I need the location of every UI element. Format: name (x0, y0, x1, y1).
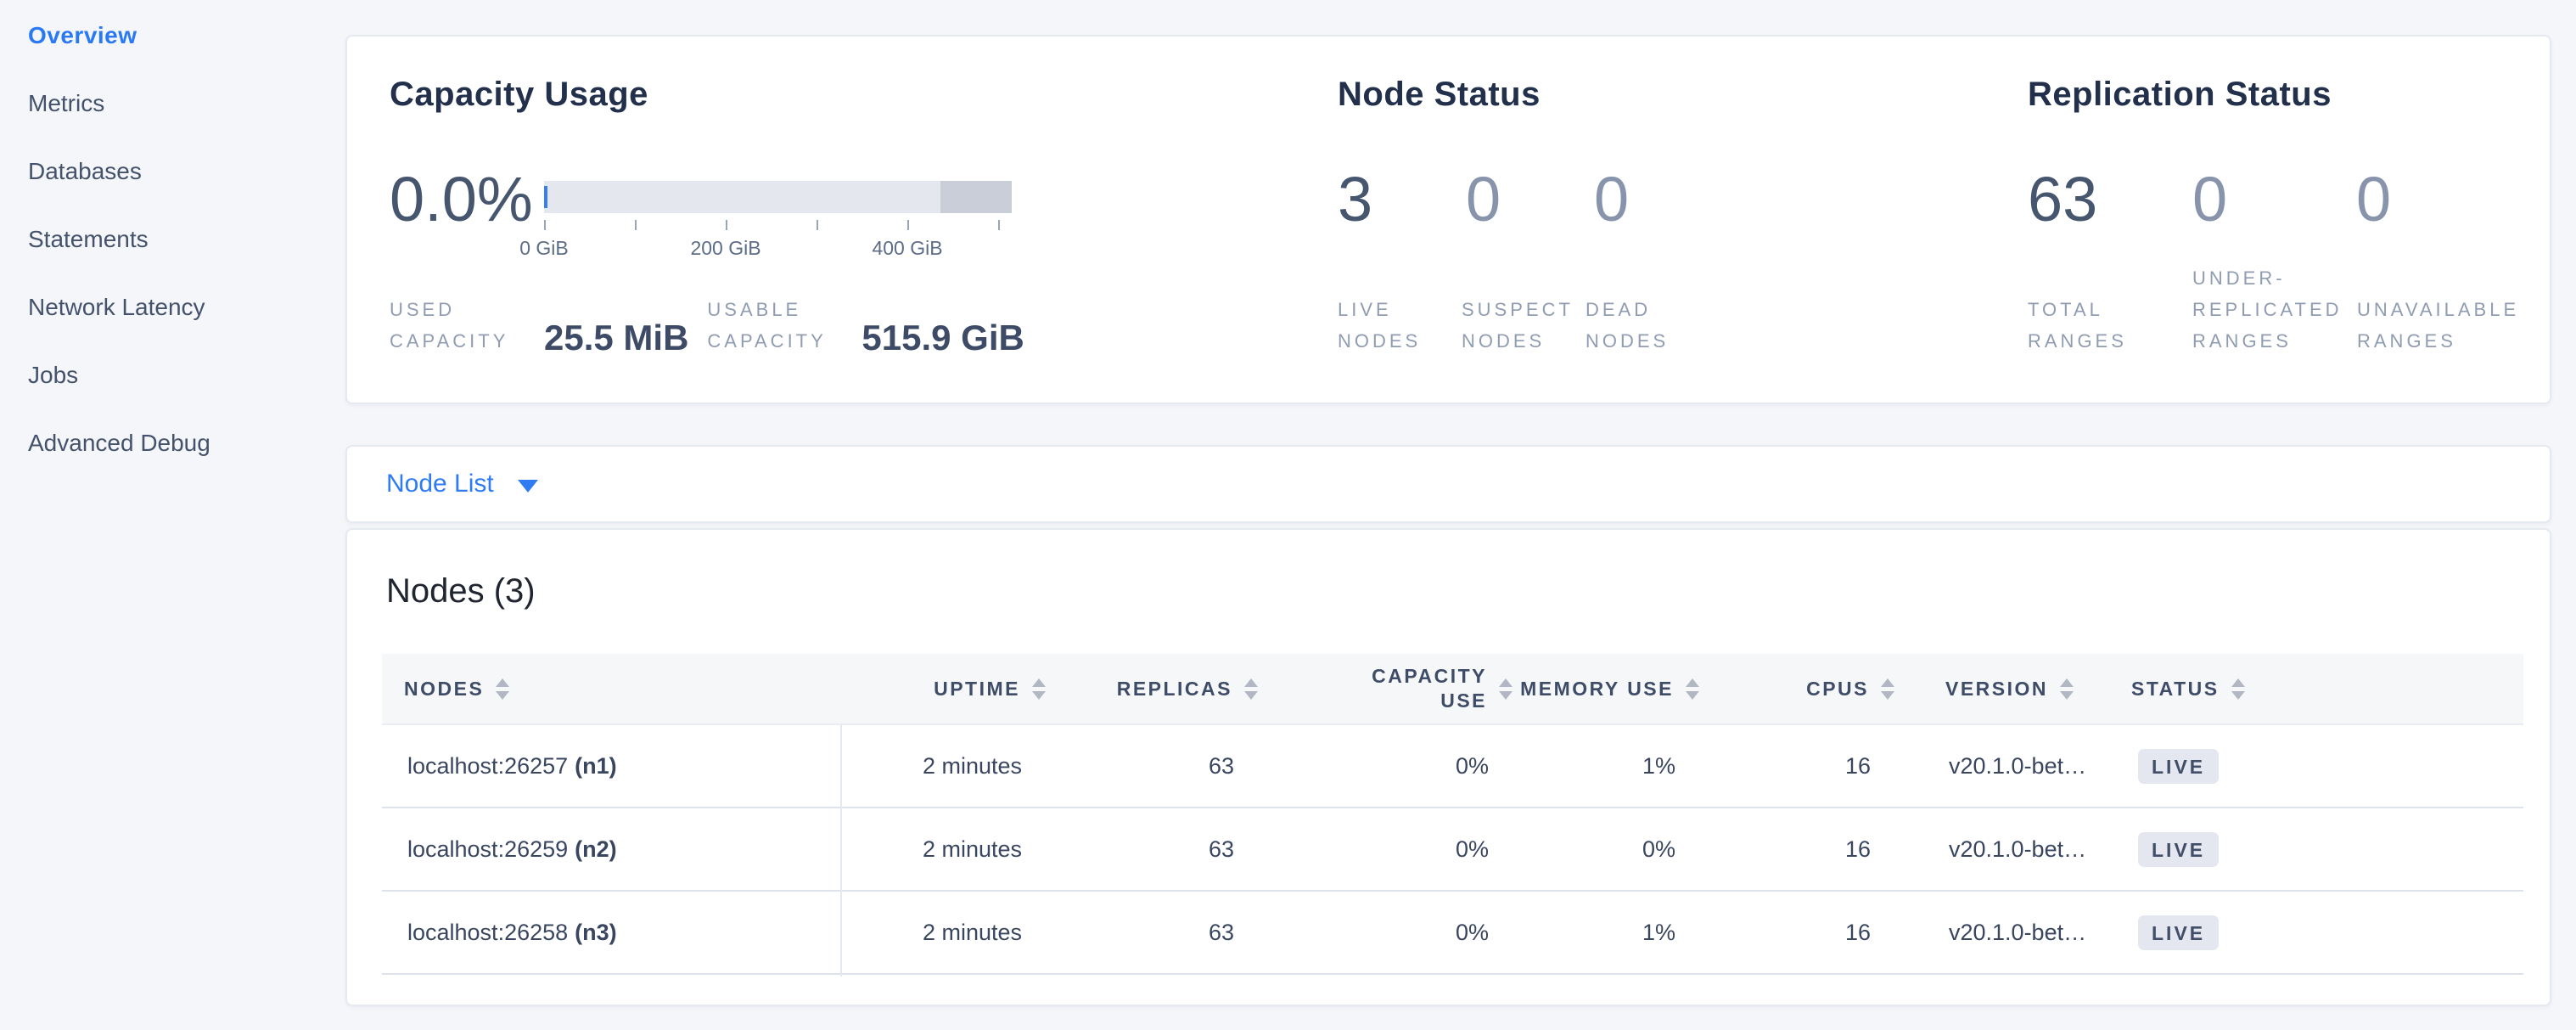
caret-down-icon (518, 480, 538, 492)
axis-tick (817, 220, 818, 230)
column-header-version[interactable]: VERSION (1901, 678, 2126, 701)
sort-icon (1032, 678, 1046, 700)
usable-capacity-label: USABLE CAPACITY (707, 294, 846, 357)
live-nodes-count: 3 (1338, 166, 1372, 234)
table-row-node-n3[interactable]: localhost:26258(n3) 2 minutes 63 0% 1% 1… (382, 892, 2523, 975)
axis-tick-label: 0 GiB (519, 237, 569, 260)
sidebar-item-overview[interactable]: Overview (28, 21, 137, 50)
replication-status-labels: TOTAL RANGES UNDER- REPLICATED RANGES UN… (2028, 262, 2522, 357)
capacity-usage-title: Capacity Usage (390, 76, 648, 114)
under-replicated-ranges-label: UNDER- REPLICATED RANGES (2192, 262, 2357, 357)
node-list-dropdown[interactable]: Node List (386, 470, 538, 498)
sort-icon (2060, 678, 2074, 700)
column-header-uptime[interactable]: UPTIME (840, 678, 1052, 701)
axis-tick (635, 220, 637, 230)
suspect-nodes-count: 0 (1466, 166, 1501, 234)
node-version: v20.1.0-bet… (1901, 836, 2126, 863)
node-memory-use: 1% (1519, 753, 1706, 780)
node-status-labels: LIVE NODES SUSPECT NODES DEAD NODES (1338, 294, 1709, 357)
node-address[interactable]: localhost:26259(n2) (382, 836, 840, 863)
node-uptime: 2 minutes (840, 836, 1052, 863)
sidebar-item-jobs[interactable]: Jobs (28, 361, 78, 390)
node-uptime: 2 minutes (840, 920, 1052, 946)
node-status-cell: LIVE (2126, 749, 2523, 784)
dead-nodes-count: 0 (1594, 166, 1629, 234)
status-badge: LIVE (2138, 749, 2219, 784)
node-capacity-use: 0% (1265, 836, 1519, 863)
sidebar-item-network-latency[interactable]: Network Latency (28, 293, 205, 322)
table-row-node-n2[interactable]: localhost:26259(n2) 2 minutes 63 0% 0% 1… (382, 808, 2523, 892)
column-header-replicas[interactable]: REPLICAS (1052, 678, 1265, 701)
node-capacity-use: 0% (1265, 920, 1519, 946)
usable-capacity-value: 515.9 GiB (861, 319, 1024, 357)
nodes-table-card: Nodes (3) NODES UPTIME REPLICAS CAPACITY… (345, 528, 2551, 1006)
nodes-table: NODES UPTIME REPLICAS CAPACITY USE MEMOR… (382, 654, 2523, 975)
unavailable-ranges-label: UNAVAILABLE RANGES (2357, 294, 2522, 357)
node-memory-use: 1% (1519, 920, 1706, 946)
axis-tick (544, 220, 546, 230)
sort-icon (1881, 678, 1894, 700)
node-replicas: 63 (1052, 753, 1265, 780)
node-cpus: 16 (1706, 753, 1901, 780)
dead-nodes-label: DEAD NODES (1585, 294, 1709, 357)
sidebar-item-advanced-debug[interactable]: Advanced Debug (28, 429, 210, 458)
node-list-dropdown-label: Node List (386, 470, 494, 498)
capacity-used-percent: 0.0% (390, 166, 533, 234)
used-capacity-value: 25.5 MiB (544, 319, 688, 357)
capacity-stats: USED CAPACITY 25.5 MiB USABLE CAPACITY 5… (390, 294, 1043, 357)
nodes-column-divider (840, 725, 842, 977)
node-replicas: 63 (1052, 836, 1265, 863)
node-memory-use: 0% (1519, 836, 1706, 863)
node-address[interactable]: localhost:26257(n1) (382, 753, 840, 780)
column-header-status[interactable]: STATUS (2126, 678, 2523, 701)
table-row-node-n1[interactable]: localhost:26257(n1) 2 minutes 63 0% 1% 1… (382, 725, 2523, 808)
total-ranges-count: 63 (2028, 166, 2097, 234)
axis-tick (998, 220, 1000, 230)
node-version: v20.1.0-bet… (1901, 753, 2126, 780)
sort-icon (496, 678, 509, 700)
column-header-memory-use[interactable]: MEMORY USE (1519, 678, 1706, 701)
suspect-nodes-label: SUSPECT NODES (1462, 294, 1585, 357)
view-selector-card: Node List (345, 445, 2551, 523)
replication-status-title: Replication Status (2028, 76, 2332, 114)
total-ranges-label: TOTAL RANGES (2028, 294, 2192, 357)
sort-icon (1499, 678, 1512, 700)
node-status-cell: LIVE (2126, 915, 2523, 950)
axis-tick (726, 220, 727, 230)
status-badge: LIVE (2138, 832, 2219, 867)
nodes-table-header: NODES UPTIME REPLICAS CAPACITY USE MEMOR… (382, 654, 2523, 725)
node-status-cell: LIVE (2126, 832, 2523, 867)
column-header-capacity-use[interactable]: CAPACITY USE (1265, 664, 1519, 713)
column-header-cpus[interactable]: CPUS (1706, 678, 1901, 701)
node-uptime: 2 minutes (840, 753, 1052, 780)
axis-tick-label: 400 GiB (872, 237, 942, 260)
sort-icon (1686, 678, 1699, 700)
node-replicas: 63 (1052, 920, 1265, 946)
sidebar-item-databases[interactable]: Databases (28, 157, 142, 186)
under-replicated-ranges-count: 0 (2192, 166, 2227, 234)
capacity-bar-used-segment (544, 186, 547, 208)
used-capacity-label: USED CAPACITY (390, 294, 529, 357)
node-address[interactable]: localhost:26258(n3) (382, 920, 840, 946)
sort-icon (2231, 678, 2245, 700)
node-cpus: 16 (1706, 920, 1901, 946)
axis-tick-label: 200 GiB (690, 237, 760, 260)
sidebar-item-statements[interactable]: Statements (28, 225, 149, 254)
column-header-nodes[interactable]: NODES (382, 678, 840, 701)
node-cpus: 16 (1706, 836, 1901, 863)
nodes-section-title: Nodes (3) (386, 572, 536, 610)
sort-icon (1244, 678, 1258, 700)
sidebar-item-metrics[interactable]: Metrics (28, 89, 104, 118)
status-badge: LIVE (2138, 915, 2219, 950)
sidebar: Overview Metrics Databases Statements Ne… (0, 0, 345, 1030)
capacity-bar-other-usage-segment (940, 181, 1012, 213)
live-nodes-label: LIVE NODES (1338, 294, 1462, 357)
cluster-summary-card: Capacity Usage 0.0% 0 GiB 200 GiB 400 Gi… (345, 35, 2551, 404)
unavailable-ranges-count: 0 (2356, 166, 2391, 234)
node-version: v20.1.0-bet… (1901, 920, 2126, 946)
node-capacity-use: 0% (1265, 753, 1519, 780)
axis-tick (907, 220, 909, 230)
node-status-title: Node Status (1338, 76, 1541, 114)
capacity-bar-chart (544, 181, 1012, 213)
